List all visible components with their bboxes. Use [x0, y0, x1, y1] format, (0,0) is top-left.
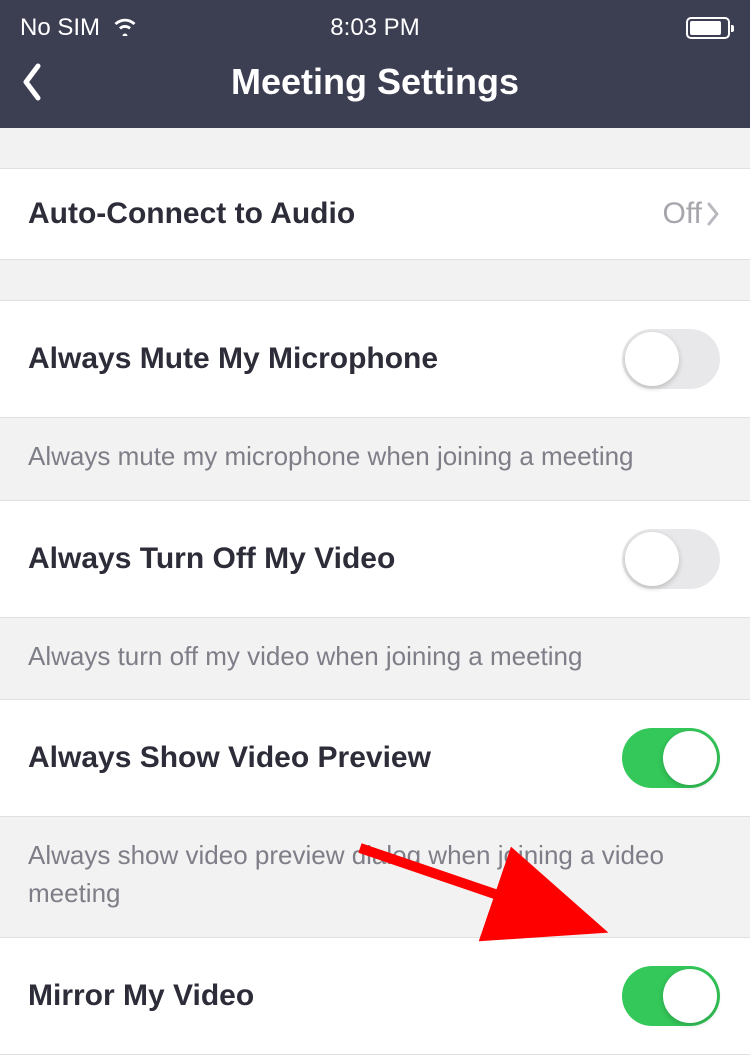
mirror-my-video-row: Mirror My Video: [0, 937, 750, 1055]
always-mute-mic-label: Always Mute My Microphone: [28, 342, 438, 376]
nav-bar: Meeting Settings: [0, 44, 750, 128]
settings-list: Auto-Connect to Audio Off Always Mute My…: [0, 128, 750, 1055]
always-turn-off-video-row: Always Turn Off My Video: [0, 500, 750, 618]
mirror-my-video-label: Mirror My Video: [28, 979, 254, 1013]
wifi-icon: [112, 16, 138, 41]
battery-icon: [686, 17, 730, 39]
header: No SIM 8:03 PM Meeting Settings: [0, 0, 750, 128]
mirror-my-video-toggle[interactable]: [622, 966, 720, 1026]
auto-connect-audio-right: Off: [663, 197, 720, 231]
always-show-preview-toggle[interactable]: [622, 728, 720, 788]
auto-connect-audio-row[interactable]: Auto-Connect to Audio Off: [0, 168, 750, 260]
always-show-preview-label: Always Show Video Preview: [28, 741, 431, 775]
status-left: No SIM: [20, 14, 138, 42]
carrier-text: No SIM: [20, 14, 100, 42]
always-turn-off-video-toggle[interactable]: [622, 529, 720, 589]
chevron-left-icon: [20, 62, 44, 102]
status-right: [686, 17, 730, 39]
always-mute-mic-description: Always mute my microphone when joining a…: [0, 418, 750, 500]
auto-connect-audio-value: Off: [663, 197, 702, 231]
auto-connect-audio-label: Auto-Connect to Audio: [28, 197, 355, 231]
always-turn-off-video-description: Always turn off my video when joining a …: [0, 618, 750, 700]
always-mute-mic-toggle[interactable]: [622, 329, 720, 389]
status-bar: No SIM 8:03 PM: [0, 8, 750, 44]
always-show-preview-description: Always show video preview dialog when jo…: [0, 817, 750, 936]
always-turn-off-video-label: Always Turn Off My Video: [28, 542, 395, 576]
page-title: Meeting Settings: [231, 61, 519, 103]
status-time: 8:03 PM: [330, 14, 419, 42]
always-show-preview-row: Always Show Video Preview: [0, 699, 750, 817]
chevron-right-icon: [706, 201, 720, 227]
always-mute-mic-row: Always Mute My Microphone: [0, 300, 750, 418]
back-button[interactable]: [20, 62, 44, 102]
